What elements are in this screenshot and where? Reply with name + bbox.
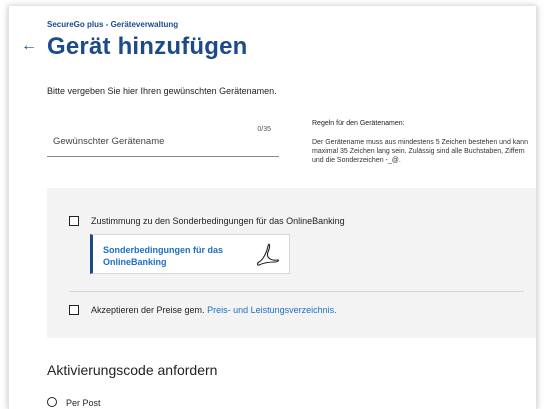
terms-pdf-link[interactable]: Sonderbedingungen für das OnlineBanking — [90, 234, 290, 274]
page-title: Gerät hinzufügen — [47, 33, 248, 60]
pdf-icon — [256, 243, 280, 266]
app-title: SecureGo plus - Geräteverwaltung — [47, 20, 179, 29]
terms-pdf-label[interactable]: Sonderbedingungen für das OnlineBanking — [103, 244, 243, 268]
terms-checkbox-label[interactable]: Zustimmung zu den Sonderbedingungen für … — [91, 216, 345, 226]
char-counter: 0/35 — [257, 126, 271, 133]
radio-per-post-label[interactable]: Per Post — [66, 398, 101, 408]
prices-checkbox-text: Akzeptieren der Preise gem. — [91, 305, 208, 315]
panel-divider — [69, 291, 524, 292]
rules-heading: Regeln für den Gerätenamen: — [312, 120, 405, 127]
prices-link[interactable]: Preis- und Leistungsverzeichnis. — [207, 305, 337, 315]
device-name-input[interactable] — [53, 136, 253, 147]
app-window: SecureGo plus - Geräteverwaltung ← Gerät… — [8, 6, 537, 409]
prices-checkbox[interactable] — [69, 305, 79, 315]
back-arrow-icon[interactable]: ← — [21, 38, 37, 54]
prices-checkbox-label[interactable]: Akzeptieren der Preise gem. Preis- und L… — [91, 305, 337, 315]
activation-section-title: Aktivierungscode anfordern — [47, 362, 218, 378]
device-name-field[interactable]: 0/35 — [47, 120, 279, 157]
terms-checkbox[interactable] — [69, 216, 79, 226]
rules-text: Der Gerätename muss aus mindestens 5 Zei… — [312, 139, 528, 164]
intro-text: Bitte vergeben Sie hier Ihren gewünschte… — [47, 86, 277, 96]
consent-panel: Zustimmung zu den Sonderbedingungen für … — [47, 188, 536, 338]
radio-per-post[interactable] — [47, 397, 57, 407]
